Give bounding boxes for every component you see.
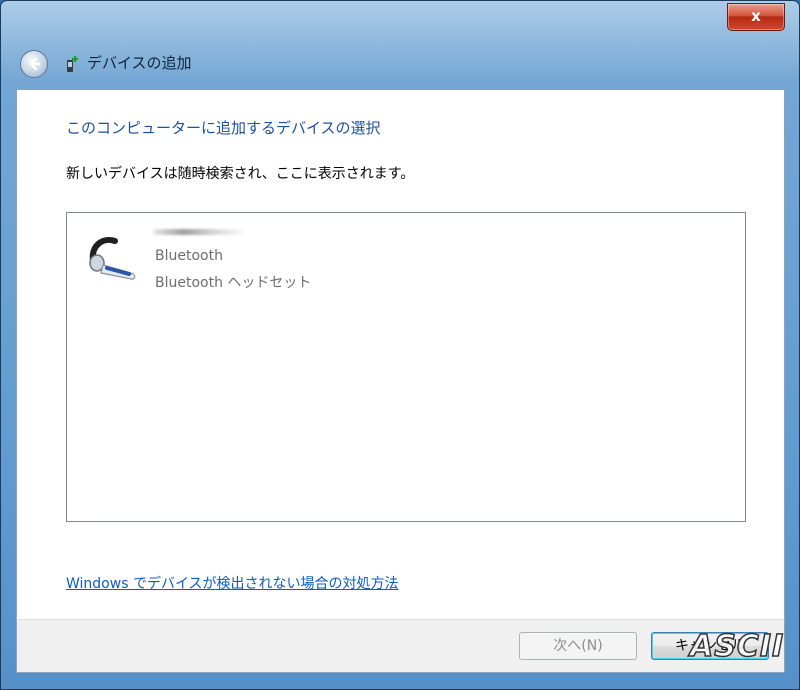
window-title: デバイスの追加 xyxy=(87,54,192,72)
button-bar: 次へ(N) キャンセル xyxy=(16,619,785,673)
device-category-label: Bluetooth ヘッドセット xyxy=(155,275,312,291)
instruction-text: 新しいデバイスは随時検索され、ここに表示されます。 xyxy=(66,166,415,182)
device-list-item[interactable]: Bluetooth Bluetooth ヘッドセット xyxy=(77,223,377,295)
add-device-window: x デバイスの追加 このコンピューターに追加するデバイスの選択 新しいデバイスは… xyxy=(0,0,800,690)
close-button[interactable]: x xyxy=(727,3,785,31)
back-button[interactable] xyxy=(20,50,48,78)
add-device-wizard-icon xyxy=(67,56,78,72)
device-type-label: Bluetooth xyxy=(155,248,223,264)
bluetooth-headset-icon xyxy=(89,237,136,280)
troubleshoot-link[interactable]: Windows でデバイスが検出されない場合の対処方法 xyxy=(66,573,399,593)
device-list[interactable]: Bluetooth Bluetooth ヘッドセット xyxy=(66,212,746,522)
back-arrow-icon xyxy=(29,57,41,71)
device-name-redacted xyxy=(153,229,243,235)
ascii-watermark-logo: ASCII xyxy=(689,629,785,665)
page-heading: このコンピューターに追加するデバイスの選択 xyxy=(66,119,381,137)
wizard-content: このコンピューターに追加するデバイスの選択 新しいデバイスは随時検索され、ここに… xyxy=(16,89,785,619)
title-bar: x デバイスの追加 xyxy=(1,1,799,89)
next-button[interactable]: 次へ(N) xyxy=(519,632,637,660)
